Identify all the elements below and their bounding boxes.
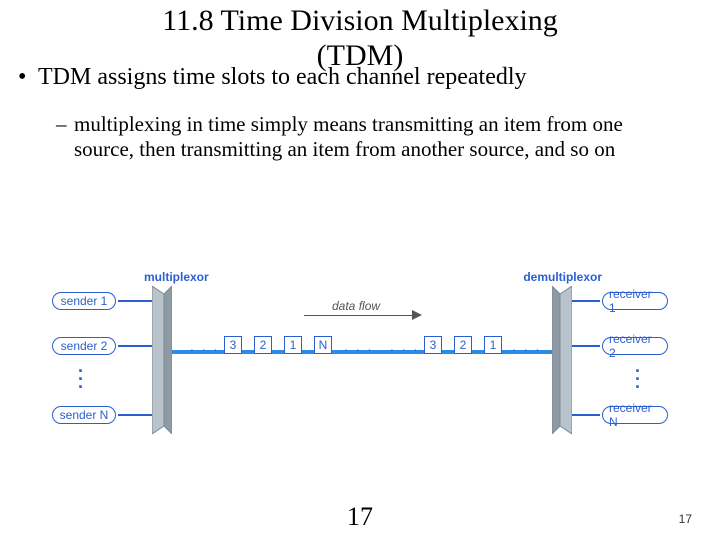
- slot-box: 3: [224, 336, 242, 354]
- slot-ellipsis: . . .: [390, 338, 419, 354]
- multiplexor-label: multiplexor: [144, 270, 209, 284]
- bullet-level-1: • TDM assigns time slots to each channel…: [36, 63, 684, 92]
- sender-1-pill: sender 1: [52, 292, 116, 310]
- demultiplexor-icon: [552, 286, 572, 434]
- wire: [118, 345, 152, 347]
- slot-box: 1: [484, 336, 502, 354]
- wire: [570, 300, 600, 302]
- bullet-1-text: TDM assigns time slots to each channel r…: [36, 63, 684, 92]
- demultiplexor-label: demultiplexor: [523, 270, 602, 284]
- arrow-head-icon: [412, 310, 422, 320]
- slot-ellipsis: . . .: [512, 338, 541, 354]
- receiver-n-pill: receiver N: [602, 406, 668, 424]
- arrow-line: [304, 315, 414, 316]
- page-number-large: 17: [0, 502, 720, 532]
- sender-n-pill: sender N: [52, 406, 116, 424]
- slot-box: 2: [254, 336, 272, 354]
- tdm-diagram: multiplexor demultiplexor sender 1 sende…: [52, 268, 668, 448]
- slot-ellipsis: . . .: [190, 338, 219, 354]
- wire: [118, 300, 152, 302]
- page-number-small: 17: [679, 512, 692, 526]
- multiplexor-icon: [152, 286, 172, 434]
- slot-box: 2: [454, 336, 472, 354]
- sender-ellipsis: ...: [78, 362, 83, 386]
- title-line-1: 11.8 Time Division Multiplexing: [162, 4, 558, 37]
- wire: [118, 414, 152, 416]
- dash-marker: –: [56, 112, 67, 137]
- wire: [570, 345, 600, 347]
- slot-box: 3: [424, 336, 442, 354]
- slot-box: N: [314, 336, 332, 354]
- receiver-ellipsis: ...: [635, 362, 640, 386]
- receiver-2-pill: receiver 2: [602, 337, 668, 355]
- slot-ellipsis: . . .: [344, 338, 373, 354]
- data-flow-label: data flow: [332, 299, 380, 313]
- receiver-1-pill: receiver 1: [602, 292, 668, 310]
- bullet-2-text: multiplexing in time simply means transm…: [74, 112, 623, 161]
- wire: [570, 414, 600, 416]
- bullet-marker: •: [18, 63, 26, 92]
- bullet-level-2: – multiplexing in time simply means tran…: [74, 112, 672, 162]
- slot-box: 1: [284, 336, 302, 354]
- sender-2-pill: sender 2: [52, 337, 116, 355]
